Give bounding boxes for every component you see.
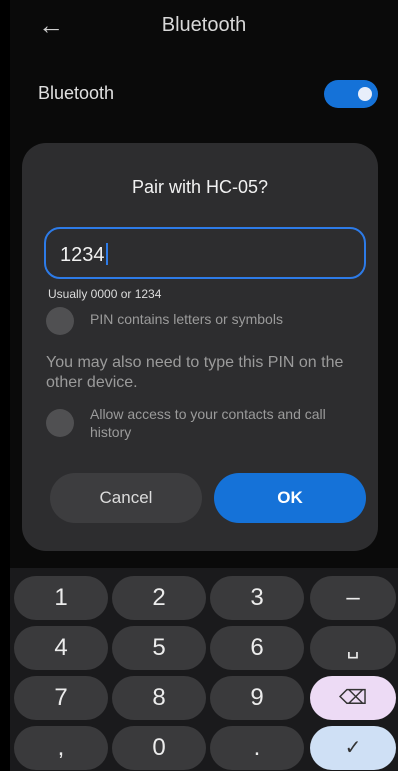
- pin-note: You may also need to type this PIN on th…: [46, 354, 344, 391]
- pin-letters-checkbox[interactable]: [46, 307, 74, 335]
- key-3[interactable]: 3: [210, 576, 304, 620]
- pin-input-value: 1234: [60, 243, 108, 267]
- dialog-title: Pair with HC-05?: [131, 177, 269, 197]
- space-key-icon[interactable]: ␣: [310, 626, 396, 670]
- pin-text: 1234: [60, 244, 105, 266]
- key-2[interactable]: 2: [112, 576, 206, 620]
- key-1[interactable]: 1: [14, 576, 108, 620]
- numeric-keyboard: 1 2 3 – 4 5 6 ␣ 7 8 9 ⌫ , 0 . ✓: [10, 568, 398, 771]
- contacts-access-checkbox[interactable]: [46, 409, 74, 437]
- cancel-button[interactable]: Cancel: [50, 473, 202, 523]
- bluetooth-label: Bluetooth: [38, 83, 115, 103]
- contacts-access-option[interactable]: Allow access to your contacts and call h…: [46, 406, 366, 440]
- pair-dialog: Pair with HC-05? 1234 Usually 0000 or 12…: [22, 143, 378, 551]
- text-caret: [105, 243, 108, 265]
- page-title: Bluetooth: [161, 14, 247, 36]
- key-4[interactable]: 4: [14, 626, 108, 670]
- key-8[interactable]: 8: [112, 676, 206, 720]
- top-app-bar: ← Bluetooth: [10, 0, 398, 54]
- key-7[interactable]: 7: [14, 676, 108, 720]
- pin-hint: Usually 0000 or 1234: [48, 287, 162, 301]
- pin-input[interactable]: 1234: [44, 227, 366, 279]
- bluetooth-toggle[interactable]: [324, 80, 378, 108]
- contacts-access-label: Allow access to your contacts and call h…: [90, 406, 326, 440]
- period-key[interactable]: .: [210, 726, 304, 770]
- comma-key[interactable]: ,: [14, 726, 108, 770]
- check-icon[interactable]: ✓: [310, 726, 396, 770]
- key-9[interactable]: 9: [210, 676, 304, 720]
- screen: ← Bluetooth Bluetooth Pair with HC-05? 1…: [10, 0, 398, 771]
- key-0[interactable]: 0: [112, 726, 206, 770]
- pin-letters-option[interactable]: PIN contains letters or symbols: [46, 307, 366, 335]
- ok-button[interactable]: OK: [214, 473, 366, 523]
- pin-letters-label: PIN contains letters or symbols: [90, 311, 283, 327]
- key-6[interactable]: 6: [210, 626, 304, 670]
- key-5[interactable]: 5: [112, 626, 206, 670]
- minus-key[interactable]: –: [310, 576, 396, 620]
- toggle-knob: [358, 87, 372, 101]
- bluetooth-setting-row[interactable]: Bluetooth: [38, 80, 378, 110]
- backspace-icon[interactable]: ⌫: [310, 676, 396, 720]
